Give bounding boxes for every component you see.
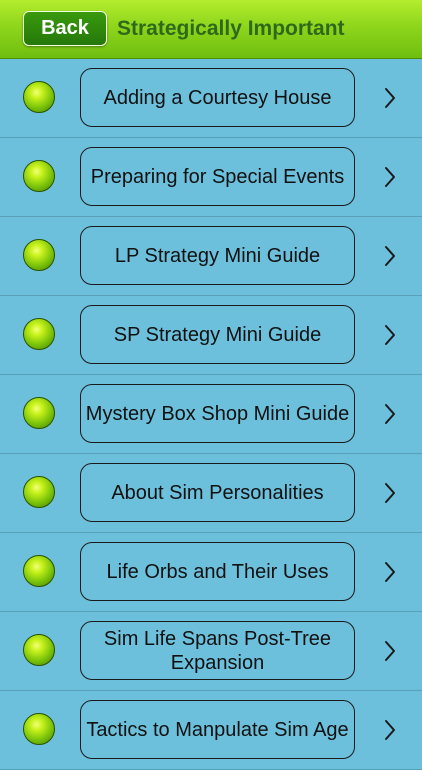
list-item-button[interactable]: SP Strategy Mini Guide	[80, 305, 355, 364]
list-item[interactable]: Mystery Box Shop Mini Guide	[0, 375, 422, 454]
chevron-right-icon[interactable]	[383, 245, 397, 267]
list-item[interactable]: Preparing for Special Events	[0, 138, 422, 217]
list-item-button[interactable]: Tactics to Manpulate Sim Age	[80, 700, 355, 759]
green-orb-icon	[23, 555, 55, 587]
chevron-right-icon[interactable]	[383, 87, 397, 109]
chevron-right-icon[interactable]	[383, 166, 397, 188]
list-item[interactable]: SP Strategy Mini Guide	[0, 296, 422, 375]
page-title: Strategically Important	[117, 17, 345, 40]
chevron-right-icon[interactable]	[383, 640, 397, 662]
green-orb-icon	[23, 634, 55, 666]
green-orb-icon	[23, 318, 55, 350]
green-orb-icon	[23, 397, 55, 429]
list-item[interactable]: LP Strategy Mini Guide	[0, 217, 422, 296]
navigation-bar: Back Strategically Important	[0, 0, 422, 59]
list-item-button[interactable]: LP Strategy Mini Guide	[80, 226, 355, 285]
green-orb-icon	[23, 476, 55, 508]
green-orb-icon	[23, 713, 55, 745]
list-item-button[interactable]: Adding a Courtesy House	[80, 68, 355, 127]
chevron-right-icon[interactable]	[383, 719, 397, 741]
chevron-right-icon[interactable]	[383, 561, 397, 583]
green-orb-icon	[23, 81, 55, 113]
list-item[interactable]: Adding a Courtesy House	[0, 59, 422, 138]
chevron-right-icon[interactable]	[383, 324, 397, 346]
list-item-button[interactable]: Mystery Box Shop Mini Guide	[80, 384, 355, 443]
chevron-right-icon[interactable]	[383, 482, 397, 504]
list-item-button[interactable]: Sim Life Spans Post-Tree Expansion	[80, 621, 355, 680]
list-item-button[interactable]: Life Orbs and Their Uses	[80, 542, 355, 601]
list-item[interactable]: Sim Life Spans Post-Tree Expansion	[0, 612, 422, 691]
list-item[interactable]: Tactics to Manpulate Sim Age	[0, 691, 422, 770]
green-orb-icon	[23, 239, 55, 271]
list-item[interactable]: Life Orbs and Their Uses	[0, 533, 422, 612]
menu-list: Adding a Courtesy House Preparing for Sp…	[0, 59, 422, 770]
chevron-right-icon[interactable]	[383, 403, 397, 425]
list-item-button[interactable]: About Sim Personalities	[80, 463, 355, 522]
list-item[interactable]: About Sim Personalities	[0, 454, 422, 533]
green-orb-icon	[23, 160, 55, 192]
list-item-button[interactable]: Preparing for Special Events	[80, 147, 355, 206]
back-button[interactable]: Back	[23, 11, 107, 46]
